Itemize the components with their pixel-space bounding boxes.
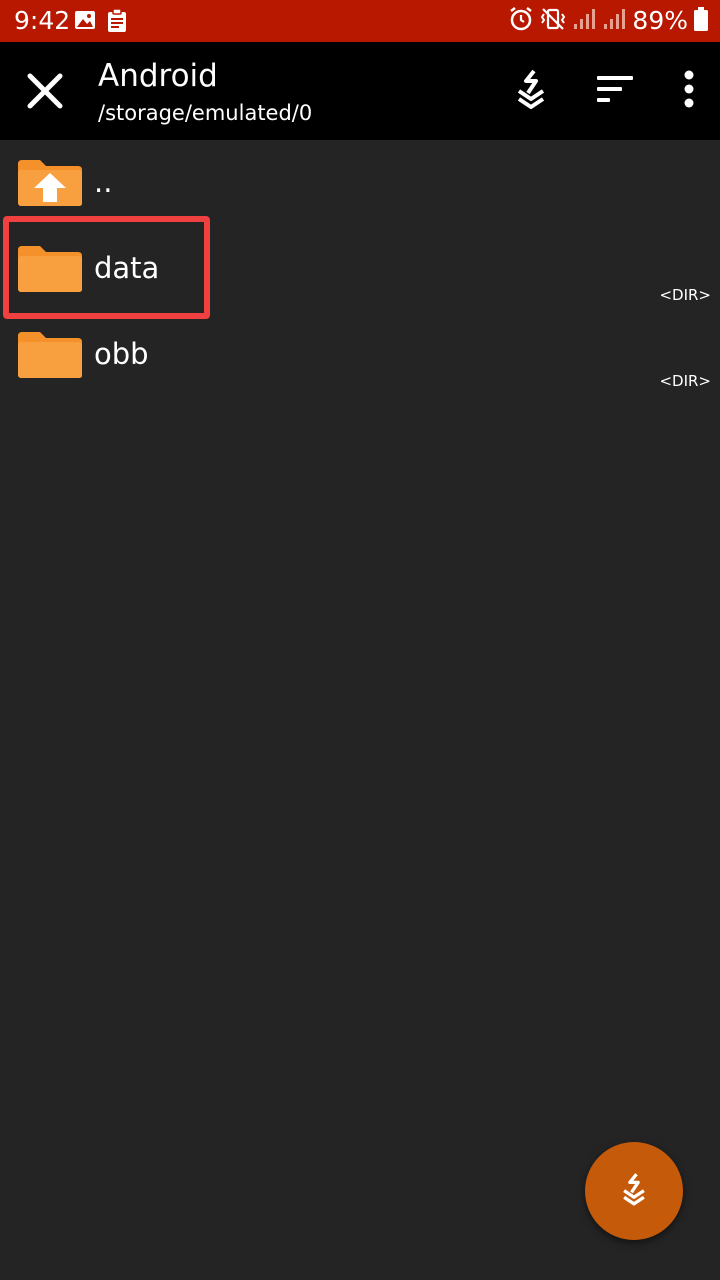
status-right-icons: 89% [508, 6, 708, 36]
file-type: <DIR> [659, 372, 711, 390]
signal-icon [572, 7, 596, 35]
status-left-icons [74, 8, 128, 37]
close-button[interactable] [18, 66, 72, 120]
list-item-obb[interactable]: obb <DIR> [0, 312, 720, 398]
folder-icon [16, 330, 84, 380]
alarm-icon [508, 6, 534, 36]
highlight-annotation [3, 216, 210, 319]
status-time: 9:42 [14, 6, 71, 35]
signal-icon [602, 7, 626, 35]
download-icon [620, 1171, 648, 1211]
sort-icon [596, 74, 634, 108]
clipboard-icon [106, 8, 128, 37]
download-icon [514, 69, 548, 113]
download-button[interactable] [506, 66, 556, 116]
app-bar: Android /storage/emulated/0 [0, 42, 720, 140]
image-icon [74, 9, 96, 37]
file-name: obb [94, 337, 149, 371]
sort-button[interactable] [590, 66, 640, 116]
download-fab[interactable] [585, 1142, 683, 1240]
more-vert-icon [683, 70, 695, 112]
page-title: Android [98, 58, 218, 94]
battery-icon [694, 7, 708, 35]
folder-up-icon [16, 158, 84, 208]
list-item-parent[interactable]: .. [0, 140, 720, 226]
file-type: <DIR> [659, 286, 711, 304]
close-icon [26, 72, 64, 114]
file-name: .. [94, 165, 113, 199]
vibrate-icon [540, 6, 566, 36]
current-path: /storage/emulated/0 [98, 101, 313, 125]
more-options-button[interactable] [664, 66, 714, 116]
battery-percent: 89% [632, 6, 688, 35]
status-bar: 9:42 89% [0, 0, 720, 42]
